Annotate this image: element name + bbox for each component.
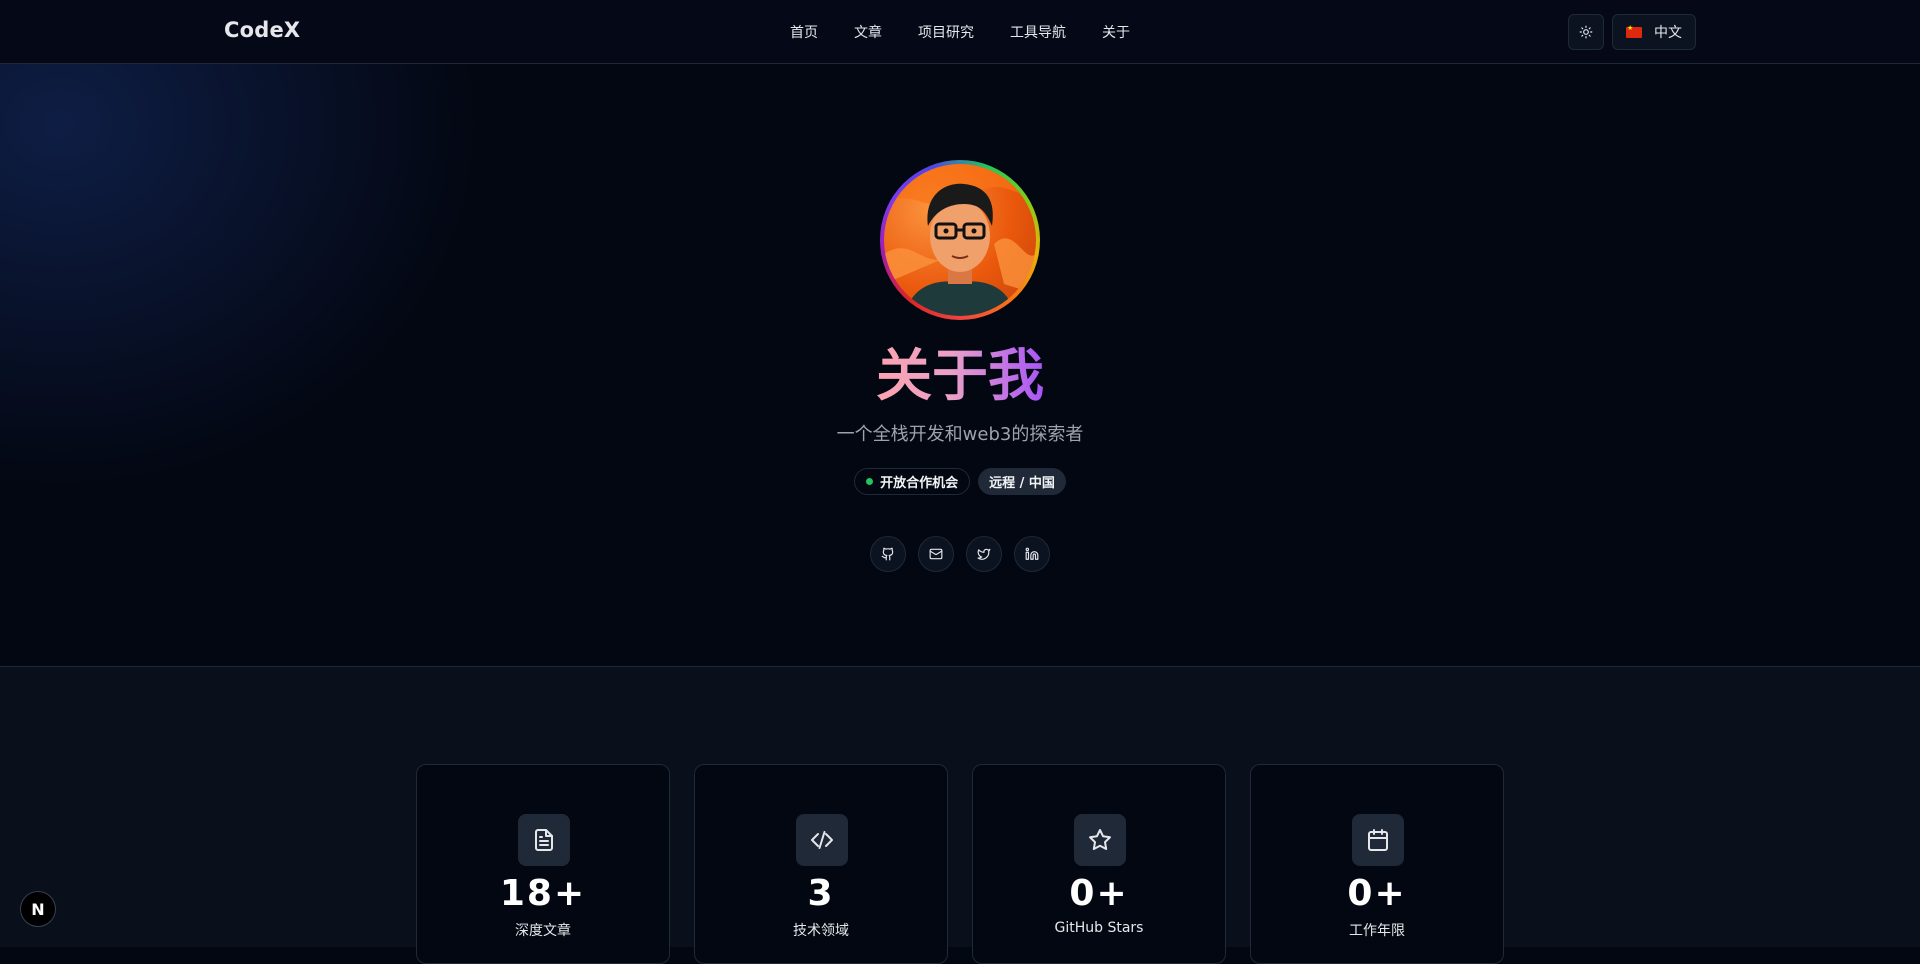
twitter-icon [977, 548, 991, 560]
stat-value: 0+ [1347, 873, 1407, 914]
code-icon [811, 831, 833, 849]
main-nav: 首页 文章 项目研究 工具导航 关于 [790, 22, 1166, 42]
stat-icon-box [518, 814, 570, 866]
status-badges: 开放合作机会 远程 / 中国 [0, 468, 1920, 495]
page-title: 关于我 [0, 344, 1920, 410]
status-dot-icon [866, 478, 874, 485]
github-link[interactable] [870, 536, 906, 572]
email-link[interactable] [918, 536, 954, 572]
stat-card-stars: 0+ GitHub Stars [972, 764, 1226, 964]
stat-icon-box [1352, 814, 1404, 866]
china-flag-icon [1626, 24, 1642, 38]
nav-projects[interactable]: 项目研究 [918, 22, 974, 42]
mail-icon [929, 548, 943, 560]
location-badge: 远程 / 中国 [978, 468, 1066, 495]
stat-card-articles: 18+ 深度文章 [416, 764, 670, 964]
avatar-illustration [884, 164, 1036, 316]
avatar [884, 164, 1036, 316]
linkedin-icon [1025, 547, 1039, 560]
stat-icon-box [1074, 814, 1126, 866]
github-icon [881, 547, 894, 561]
stat-value: 18+ [499, 873, 587, 914]
site-header: CodeX 首页 文章 项目研究 工具导航 关于 中文 [0, 0, 1920, 64]
availability-label: 开放合作机会 [880, 476, 959, 491]
site-logo[interactable]: CodeX [224, 18, 300, 42]
language-label: 中文 [1654, 25, 1682, 41]
theme-toggle-button[interactable] [1568, 14, 1604, 50]
stat-label: 深度文章 [515, 923, 571, 939]
nav-articles[interactable]: 文章 [854, 22, 882, 42]
stat-label: GitHub Stars [1054, 920, 1144, 936]
location-label: 远程 / 中国 [989, 476, 1055, 491]
page-subtitle: 一个全栈开发和web3的探索者 [836, 424, 1084, 445]
nav-about[interactable]: 关于 [1102, 22, 1130, 42]
nav-home[interactable]: 首页 [790, 22, 818, 42]
stat-value: 0+ [1069, 873, 1129, 914]
page-title-text: 关于我 [876, 344, 1044, 409]
sun-icon [1579, 25, 1593, 39]
stat-label: 技术领域 [793, 923, 849, 939]
social-links [0, 536, 1920, 572]
linkedin-link[interactable] [1014, 536, 1050, 572]
stat-label: 工作年限 [1349, 923, 1405, 939]
availability-badge: 开放合作机会 [854, 468, 971, 495]
stat-card-years: 0+ 工作年限 [1250, 764, 1504, 964]
twitter-link[interactable] [966, 536, 1002, 572]
stat-icon-box [796, 814, 848, 866]
calendar-icon [1368, 829, 1388, 851]
stat-value: 3 [807, 873, 835, 914]
avatar-ring [880, 160, 1040, 320]
language-select-button[interactable]: 中文 [1612, 14, 1696, 50]
stat-card-domains: 3 技术领域 [694, 764, 948, 964]
stats-section: 18+ 深度文章 3 技术领域 0+ GitHub Stars 0+ 工作年限 [0, 667, 1920, 964]
nav-tools[interactable]: 工具导航 [1010, 22, 1066, 42]
dev-tools-badge[interactable]: N [20, 891, 56, 927]
star-icon [1089, 829, 1111, 851]
document-icon [535, 829, 553, 851]
